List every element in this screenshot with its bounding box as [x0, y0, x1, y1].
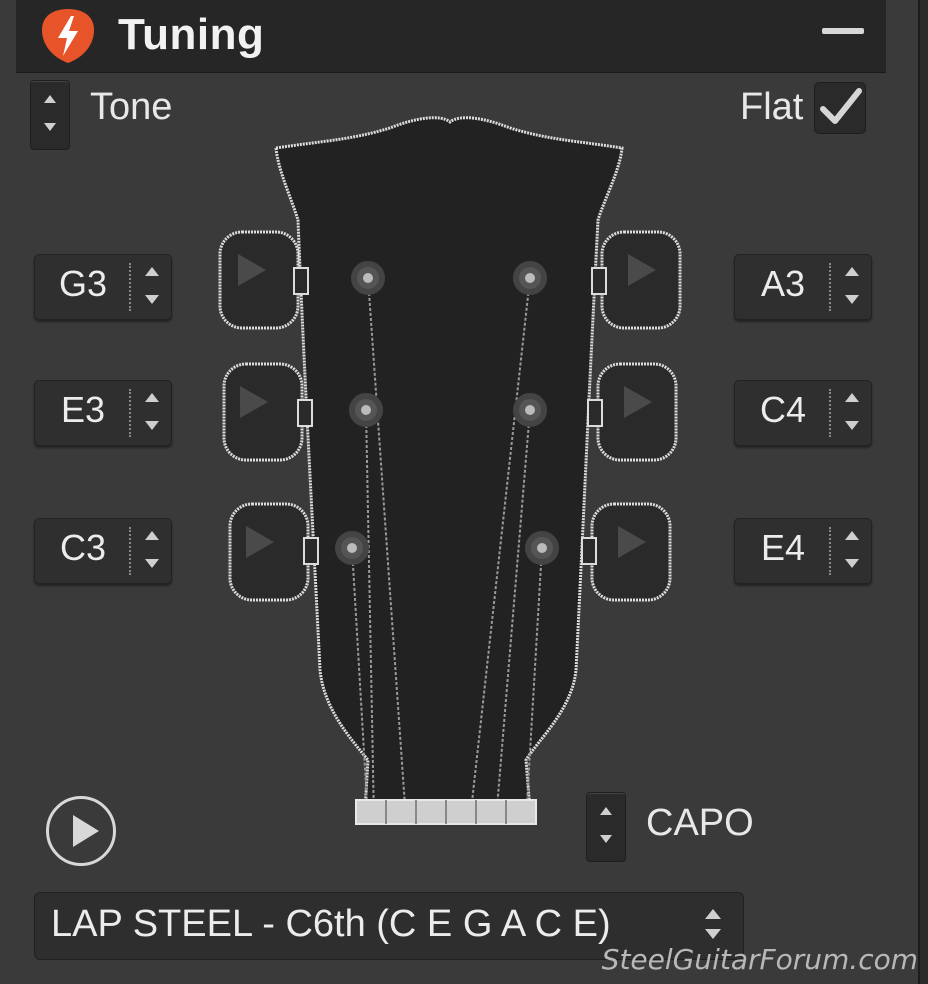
chevron-down-icon[interactable] — [845, 559, 859, 568]
play-icon — [73, 815, 99, 847]
chevron-down-icon[interactable] — [845, 421, 859, 430]
chevron-down-icon — [705, 929, 721, 939]
chevron-down-icon[interactable] — [600, 835, 612, 843]
panel-title: Tuning — [118, 10, 265, 59]
tuning-peg-e4[interactable] — [581, 502, 672, 602]
string-note-stepper-e3[interactable]: E3 — [34, 380, 172, 446]
capo-stepper[interactable] — [586, 792, 626, 862]
tuning-peg-a3[interactable] — [591, 230, 682, 330]
string-note-stepper-c4[interactable]: C4 — [734, 380, 872, 446]
chevron-up-icon[interactable] — [145, 531, 159, 540]
capo-label: CAPO — [646, 802, 754, 844]
tone-stepper[interactable] — [30, 80, 70, 150]
chevron-up-icon[interactable] — [845, 267, 859, 276]
chevron-down-icon[interactable] — [845, 295, 859, 304]
string-note-stepper-g3[interactable]: G3 — [34, 254, 172, 320]
chevron-down-icon[interactable] — [145, 559, 159, 568]
tuning-peg-e3[interactable] — [222, 362, 313, 462]
divider — [129, 263, 131, 311]
chevron-up-icon[interactable] — [44, 95, 56, 103]
string-note-label: G3 — [58, 263, 108, 304]
tuning-panel: Tuning Tone Flat G3 E3 C3 A3 C4 E4 CAPO … — [0, 0, 920, 984]
string-note-label: C3 — [59, 527, 107, 568]
headstock-outline — [274, 116, 624, 812]
string-note-stepper-c3[interactable]: C3 — [34, 518, 172, 584]
string-note-label: A3 — [760, 263, 806, 304]
divider — [129, 389, 131, 437]
string-note-label: E3 — [60, 389, 106, 430]
flat-checkbox[interactable] — [814, 82, 866, 134]
string-note-stepper-a3[interactable]: A3 — [734, 254, 872, 320]
tuning-peg-g3[interactable] — [218, 230, 309, 330]
chevron-up-icon[interactable] — [845, 531, 859, 540]
flat-label: Flat — [740, 86, 804, 128]
chevron-up-icon — [705, 909, 721, 919]
divider — [829, 263, 831, 311]
chevron-down-icon[interactable] — [145, 295, 159, 304]
chevron-up-icon[interactable] — [845, 393, 859, 402]
minimize-button[interactable] — [822, 28, 864, 34]
tone-label: Tone — [90, 86, 173, 128]
string-note-label: C4 — [759, 389, 807, 430]
watermark: SteelGuitarForum.com — [601, 943, 918, 976]
chevron-down-icon[interactable] — [44, 123, 56, 131]
string-note-label: E4 — [760, 527, 806, 568]
tuning-peg-c3[interactable] — [228, 502, 319, 602]
divider — [829, 389, 831, 437]
chevron-down-icon[interactable] — [145, 421, 159, 430]
chevron-up-icon[interactable] — [145, 393, 159, 402]
play-button[interactable] — [46, 796, 116, 866]
divider — [829, 527, 831, 575]
divider — [129, 527, 131, 575]
chevron-up-icon[interactable] — [600, 807, 612, 815]
checkmark-icon — [820, 88, 862, 124]
string-note-stepper-e4[interactable]: E4 — [734, 518, 872, 584]
nut — [355, 799, 537, 825]
guitar-headstock — [218, 116, 682, 825]
tuning-peg-c4[interactable] — [587, 362, 678, 462]
tuning-preset-value: LAP STEEL - C6th (C E G A C E) — [51, 903, 611, 945]
lightning-bolt-icon — [42, 9, 94, 63]
chevron-up-icon[interactable] — [145, 267, 159, 276]
